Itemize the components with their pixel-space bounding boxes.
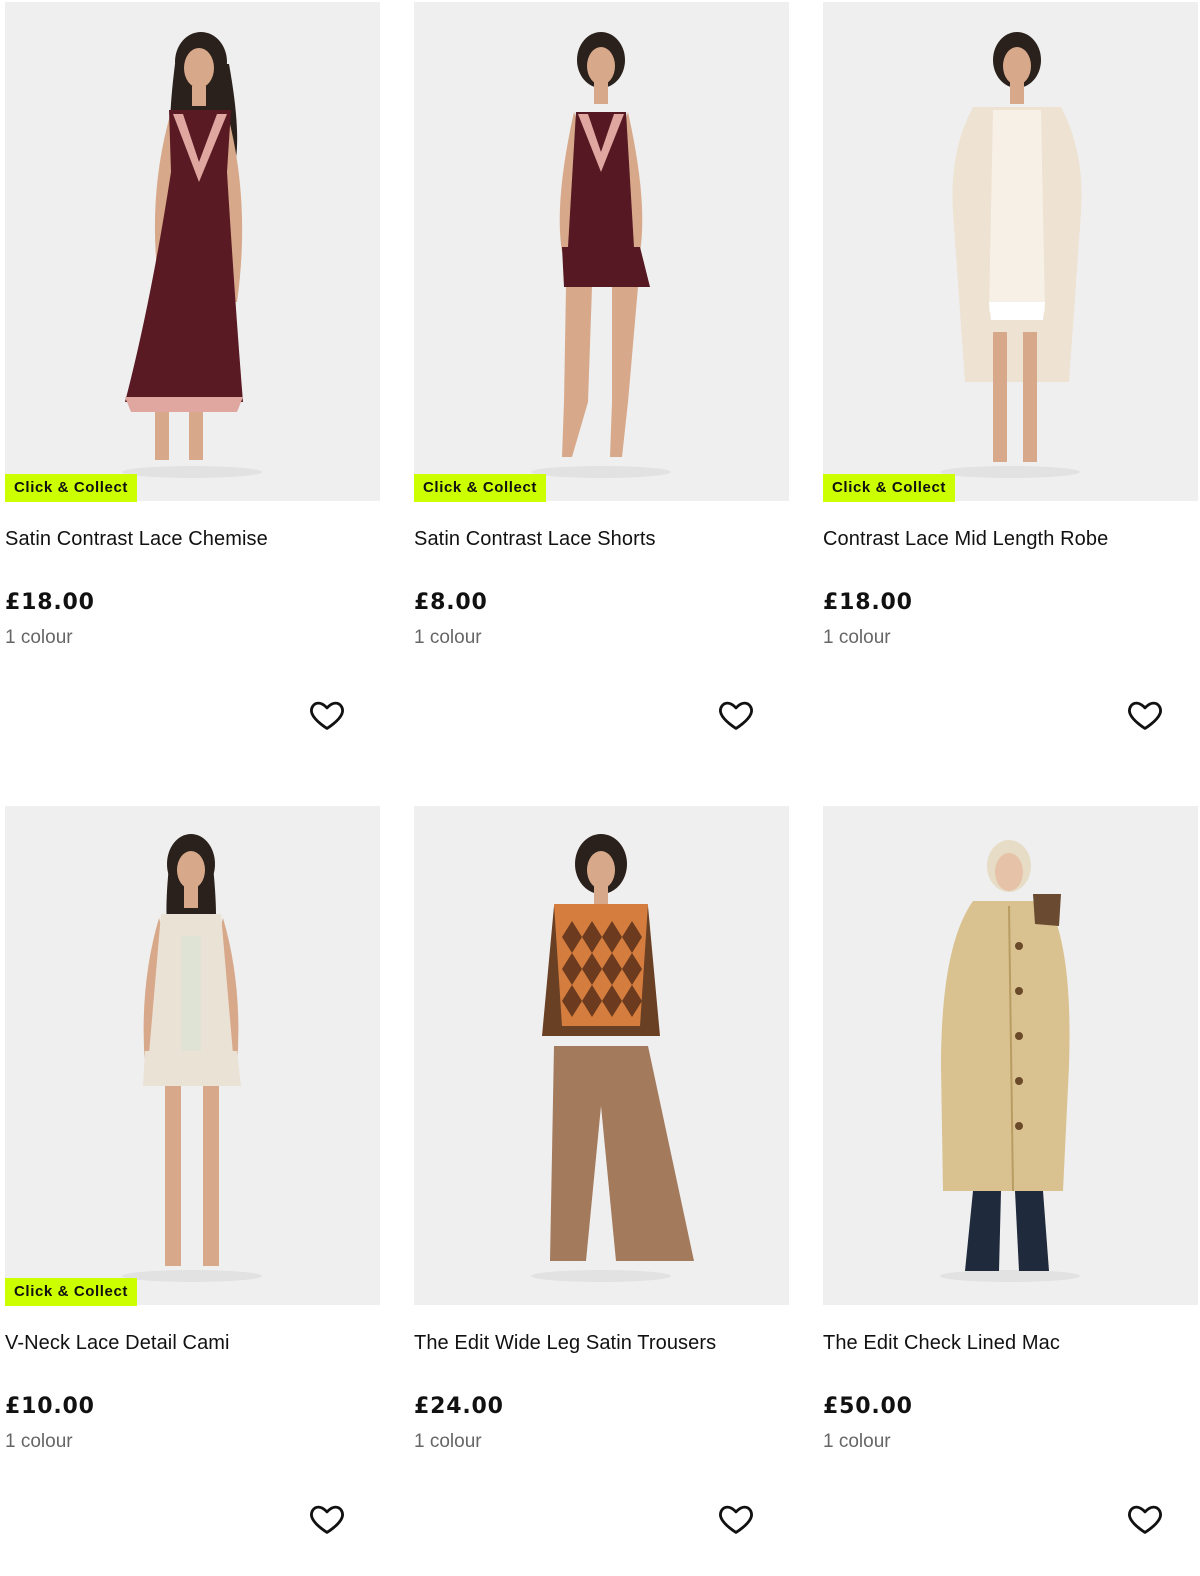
- check-lined-hood: [1033, 894, 1061, 926]
- wishlist-heart-icon[interactable]: [1126, 1500, 1164, 1538]
- burgundy-satin-cami-shorts-photo: [414, 2, 789, 501]
- shorts-garment: [143, 1051, 241, 1086]
- floor-shadow: [940, 1270, 1080, 1282]
- model-face: [1003, 47, 1031, 85]
- burgundy-satin-chemise-photo: [5, 2, 380, 501]
- cami-garment: [568, 112, 634, 247]
- mac-coat: [941, 901, 1070, 1191]
- product-card[interactable]: Click & Collect Satin Contrast Lace Shor…: [414, 2, 789, 772]
- product-card[interactable]: The Edit Check Lined Mac £50.00 1 colour: [823, 806, 1198, 1576]
- product-name[interactable]: Contrast Lace Mid Length Robe: [823, 528, 1108, 551]
- product-card[interactable]: Click & Collect Satin Contrast Lace Chem…: [5, 2, 380, 772]
- model-leg: [165, 1086, 181, 1266]
- coat-button: [1015, 1032, 1023, 1040]
- wishlist-heart-icon[interactable]: [308, 696, 346, 734]
- floor-shadow: [531, 1270, 671, 1282]
- model-leg: [155, 412, 169, 460]
- shorts-garment: [562, 247, 650, 287]
- click-and-collect-badge: Click & Collect: [823, 474, 956, 502]
- product-card[interactable]: Click & Collect V-Neck Lace Detail Cami …: [5, 806, 380, 1576]
- model-neck: [594, 82, 608, 104]
- coat-button: [1015, 987, 1023, 995]
- model-neck: [192, 86, 206, 106]
- product-price: £10.00: [5, 1394, 95, 1419]
- model-face: [995, 853, 1023, 891]
- floor-shadow: [122, 466, 262, 478]
- lace-panel: [181, 936, 201, 1051]
- model-neck: [1010, 82, 1024, 104]
- colour-count: 1 colour: [5, 1431, 73, 1452]
- colour-count: 1 colour: [5, 627, 73, 648]
- colour-count: 1 colour: [823, 1431, 891, 1452]
- wishlist-heart-icon[interactable]: [308, 1500, 346, 1538]
- product-name[interactable]: The Edit Wide Leg Satin Trousers: [414, 1332, 716, 1355]
- cream-lace-robe-photo: [823, 2, 1198, 501]
- model-leg: [993, 332, 1007, 462]
- product-card[interactable]: Click & Collect Contrast Lace Mid Length…: [823, 2, 1198, 772]
- model-face: [587, 47, 615, 85]
- model-face: [177, 851, 205, 889]
- product-image[interactable]: [823, 806, 1198, 1305]
- colour-count: 1 colour: [823, 627, 891, 648]
- product-card[interactable]: The Edit Wide Leg Satin Trousers £24.00 …: [414, 806, 789, 1576]
- wishlist-heart-icon[interactable]: [1126, 696, 1164, 734]
- click-and-collect-badge: Click & Collect: [5, 1278, 138, 1306]
- product-name[interactable]: The Edit Check Lined Mac: [823, 1332, 1060, 1355]
- slip-garment: [989, 110, 1045, 312]
- model-neck: [594, 886, 608, 904]
- cream-lace-cami-shorts-photo: [5, 806, 380, 1305]
- product-price: £18.00: [5, 590, 95, 615]
- beige-mac-coat-photo: [823, 806, 1198, 1305]
- floor-shadow: [531, 466, 671, 478]
- product-image[interactable]: [823, 2, 1198, 501]
- wishlist-heart-icon[interactable]: [717, 1500, 755, 1538]
- lace-hem: [125, 397, 243, 412]
- product-name[interactable]: V-Neck Lace Detail Cami: [5, 1332, 230, 1355]
- product-name[interactable]: Satin Contrast Lace Chemise: [5, 528, 268, 551]
- product-image[interactable]: [414, 2, 789, 501]
- model-leg: [1023, 332, 1037, 462]
- coat-button: [1015, 1122, 1023, 1130]
- wishlist-heart-icon[interactable]: [717, 696, 755, 734]
- product-image[interactable]: [5, 2, 380, 501]
- argyle-vest-wide-trousers-photo: [414, 806, 789, 1305]
- floor-shadow: [940, 466, 1080, 478]
- product-image[interactable]: [5, 806, 380, 1305]
- product-price: £8.00: [414, 590, 488, 615]
- floor-shadow: [122, 1270, 262, 1282]
- colour-count: 1 colour: [414, 627, 482, 648]
- product-price: £18.00: [823, 590, 913, 615]
- coat-button: [1015, 942, 1023, 950]
- model-leg: [203, 1086, 219, 1266]
- click-and-collect-badge: Click & Collect: [414, 474, 547, 502]
- product-name[interactable]: Satin Contrast Lace Shorts: [414, 528, 656, 551]
- product-image[interactable]: [414, 806, 789, 1305]
- product-grid: Click & Collect Satin Contrast Lace Chem…: [0, 0, 1200, 1537]
- click-and-collect-badge: Click & Collect: [5, 474, 138, 502]
- colour-count: 1 colour: [414, 1431, 482, 1452]
- model-face: [184, 48, 214, 88]
- model-leg: [189, 412, 203, 460]
- lace-hem: [989, 302, 1045, 320]
- product-price: £24.00: [414, 1394, 504, 1419]
- model-face: [587, 851, 615, 889]
- coat-button: [1015, 1077, 1023, 1085]
- model-neck: [184, 886, 198, 908]
- product-price: £50.00: [823, 1394, 913, 1419]
